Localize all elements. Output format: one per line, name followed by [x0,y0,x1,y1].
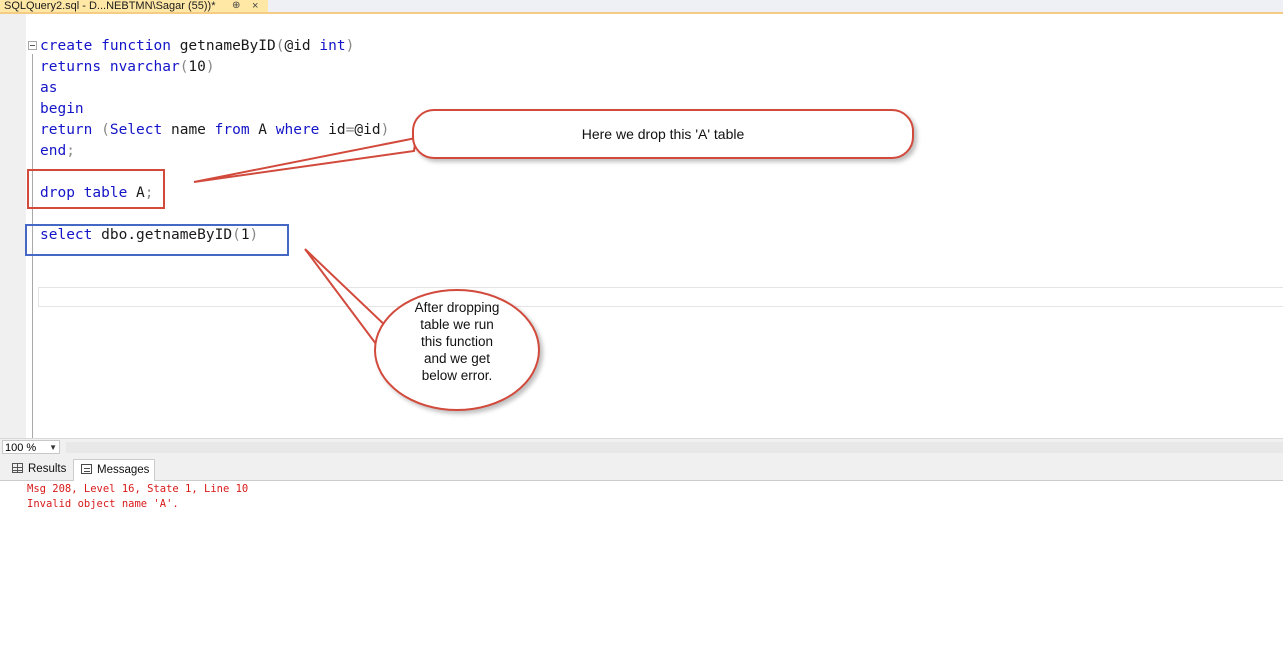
error-message-line-2: Invalid object name 'A'. [27,498,179,510]
tab-messages-label: Messages [97,464,150,476]
zoom-bar: 100 % ▼ [0,438,1283,457]
error-message-line-1: Msg 208, Level 16, State 1, Line 10 [27,483,249,495]
top-callout-pointer [193,136,418,183]
grid-icon [12,463,23,473]
messages-pane[interactable]: Msg 208, Level 16, State 1, Line 10 Inva… [0,481,1283,661]
horizontal-scrollbar[interactable] [66,442,1283,453]
messages-icon [81,464,92,474]
top-callout: Here we drop this 'A' table [412,109,914,159]
oval-callout-text: After dropping table we run this functio… [414,300,500,383]
zoom-select[interactable]: 100 % ▼ [2,440,60,454]
zoom-value: 100 % [5,442,37,454]
top-callout-text: Here we drop this 'A' table [581,126,745,142]
tab-results[interactable]: Results [4,459,72,480]
results-tab-bar: Results Messages [0,457,1283,481]
tab-messages[interactable]: Messages [73,459,155,481]
tab-results-label: Results [28,463,67,475]
oval-callout: After dropping table we run this functio… [374,289,540,411]
chevron-down-icon[interactable]: ▼ [49,441,57,455]
